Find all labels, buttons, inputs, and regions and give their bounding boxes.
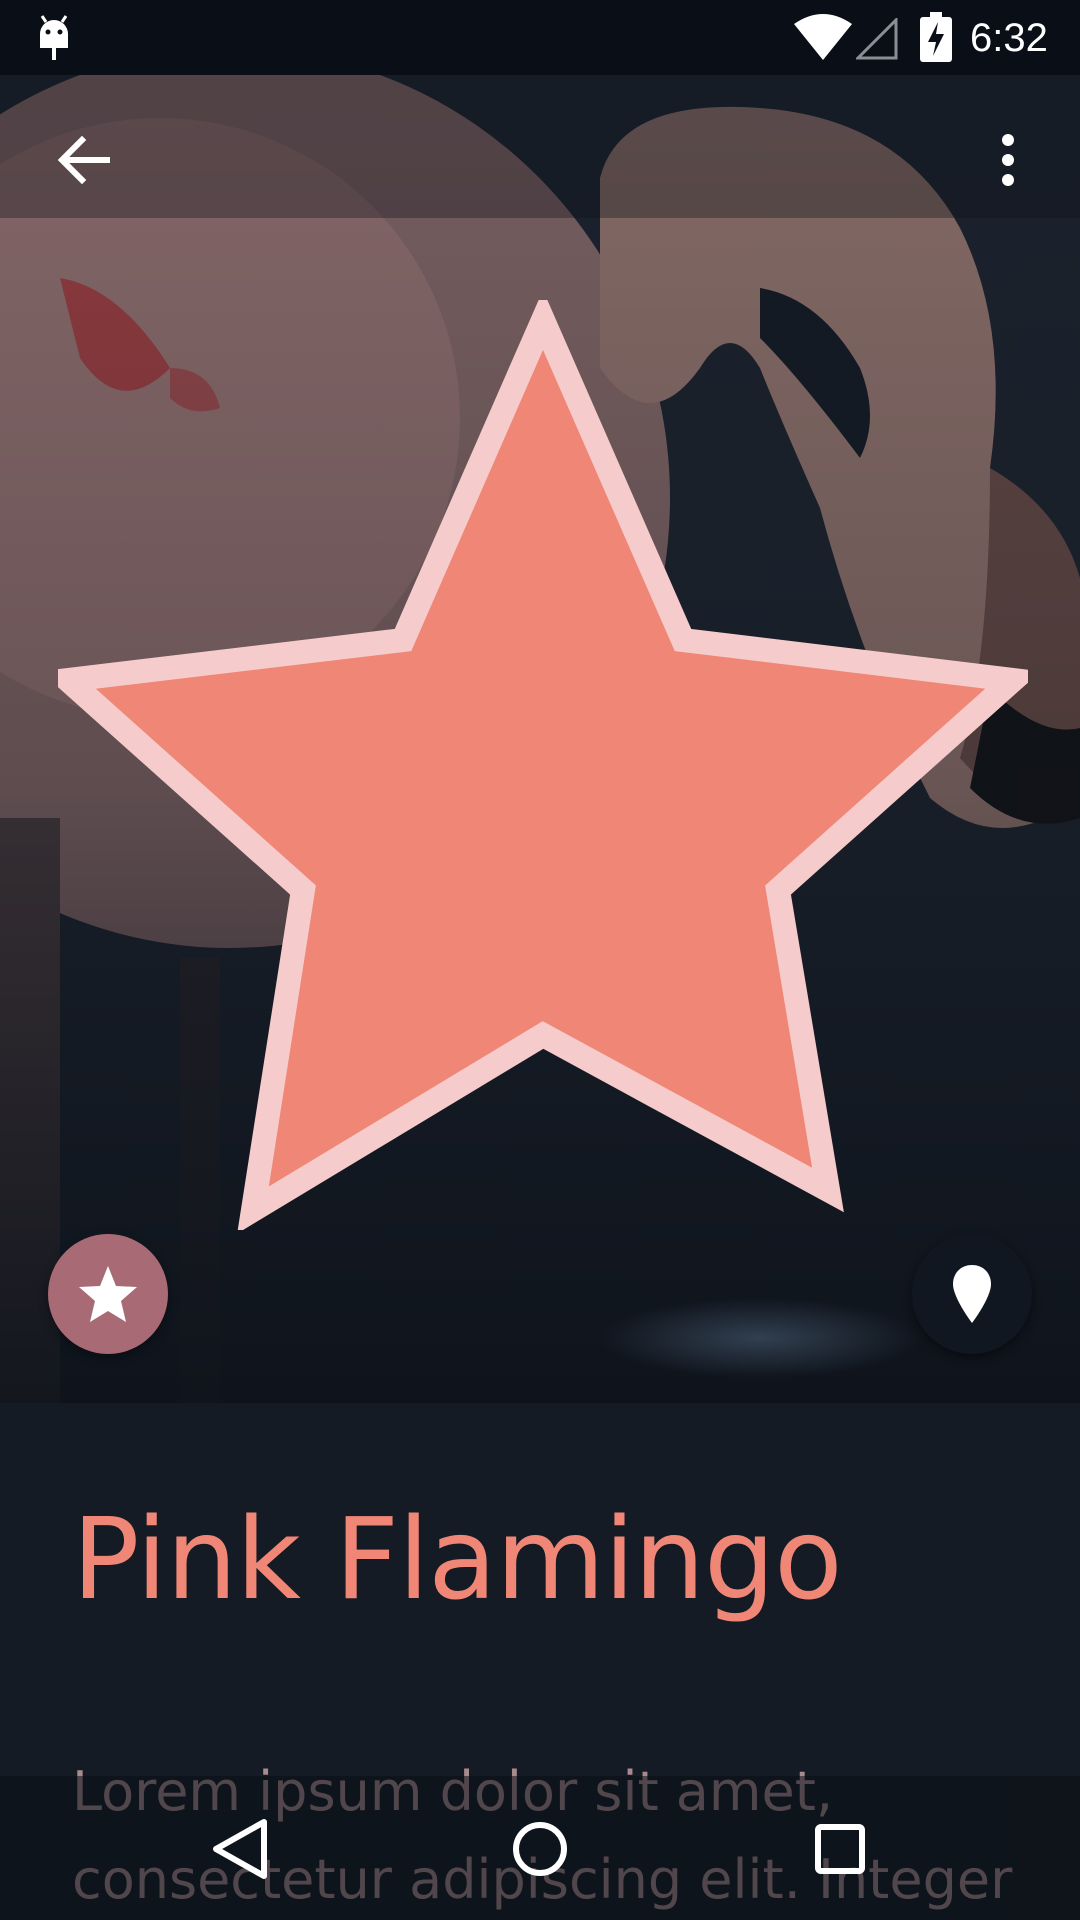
favorite-button[interactable] [48,1234,168,1354]
more-options-button[interactable] [960,112,1056,208]
item-title: Pink Flamingo [72,1495,843,1625]
nav-home-button[interactable] [485,1794,595,1904]
status-bar: 6:32 [0,0,1080,75]
battery-charging-icon [920,12,952,62]
status-time: 6:32 [970,16,1048,60]
arrow-back-icon [58,136,110,184]
nav-recents-button[interactable] [785,1794,895,1904]
nav-back-icon [213,1819,267,1879]
android-debug-icon [40,15,68,60]
signal-icon [856,18,898,60]
back-button[interactable] [36,112,132,208]
more-vert-icon [1002,134,1014,186]
location-button[interactable] [912,1234,1032,1354]
hero-image [0,38,1080,1403]
star-icon [79,1266,137,1322]
screen: 6:32 Pink Flamingo Lorem ipsum dolor sit… [0,0,1080,1920]
navigation-bar [0,1776,1080,1920]
nav-back-button[interactable] [185,1794,295,1904]
place-icon [953,1265,991,1323]
nav-recents-icon [815,1824,865,1874]
nav-home-icon [513,1822,567,1876]
wifi-icon [794,14,852,60]
hero-star-icon [58,300,1028,1230]
